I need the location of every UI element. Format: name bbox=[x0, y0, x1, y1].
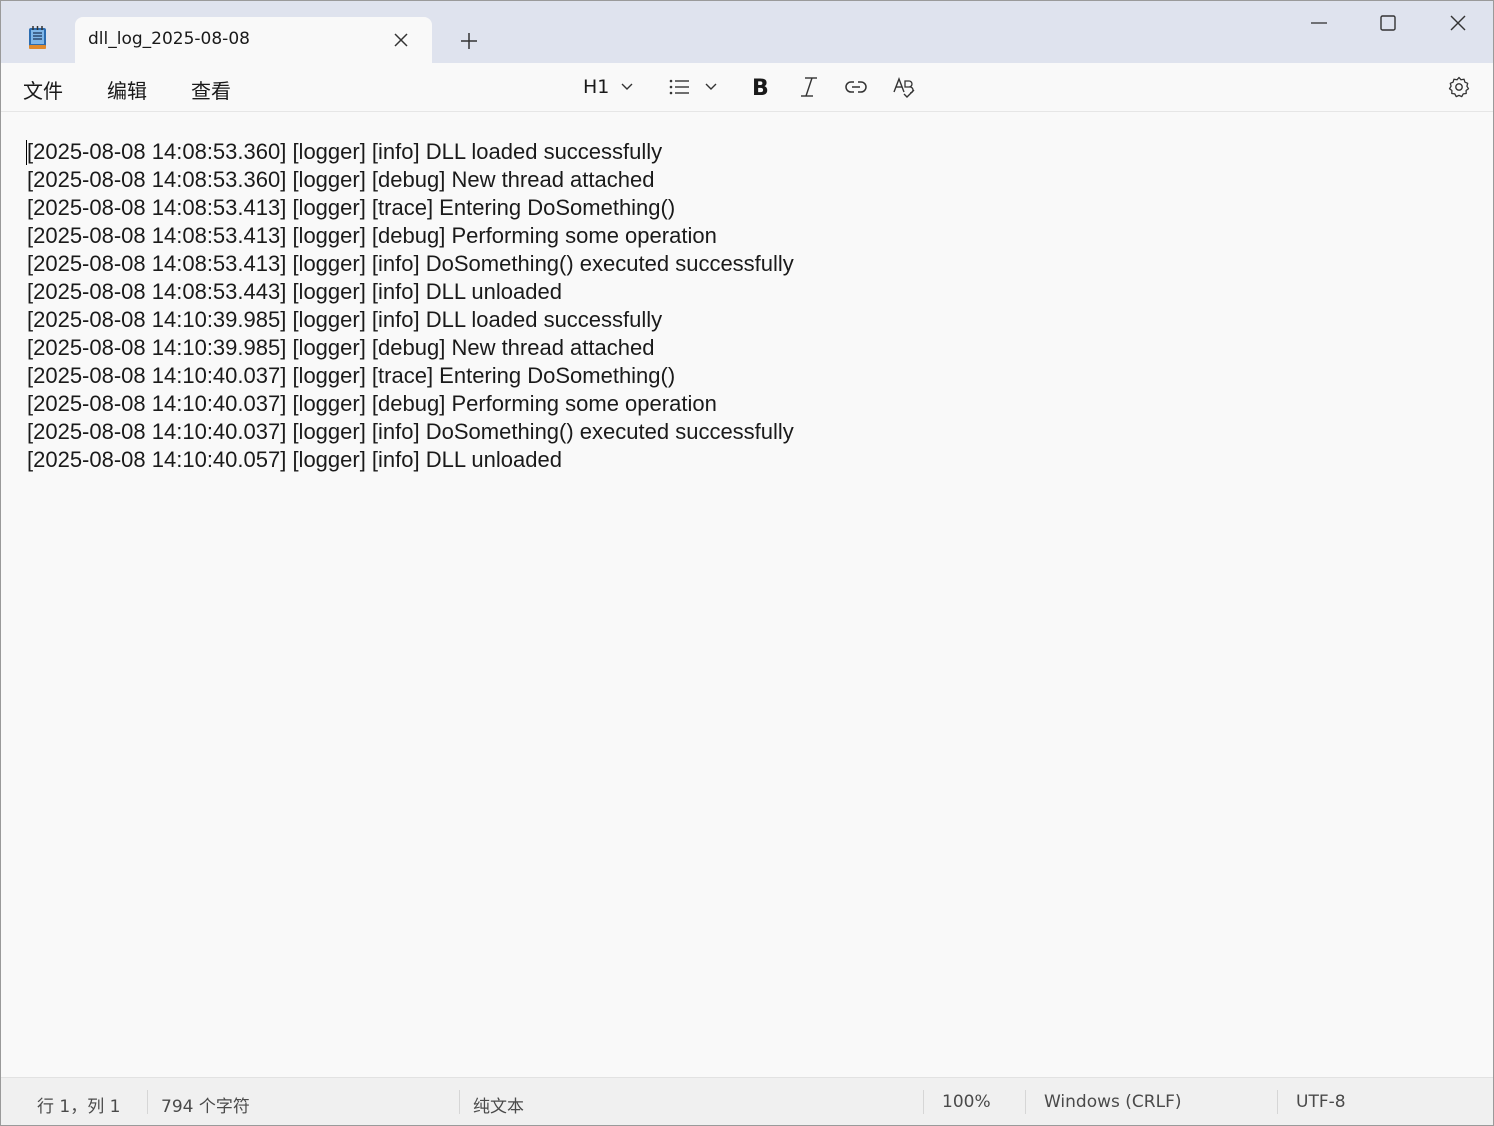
status-separator bbox=[147, 1090, 148, 1114]
line-ending[interactable]: Windows (CRLF) bbox=[1044, 1092, 1182, 1112]
status-separator bbox=[1025, 1090, 1026, 1114]
menu-edit[interactable]: 编辑 bbox=[107, 75, 147, 104]
gear-icon[interactable] bbox=[1446, 73, 1472, 101]
text-line: [2025-08-08 14:08:53.413] [logger] [info… bbox=[27, 251, 794, 276]
plus-icon[interactable] bbox=[455, 29, 483, 53]
status-separator bbox=[1277, 1090, 1278, 1114]
tab-title: dll_log_2025-08-08 bbox=[88, 29, 250, 49]
document-tab[interactable]: dll_log_2025-08-08 bbox=[75, 17, 432, 63]
cursor-position: 行 1，列 1 bbox=[37, 1097, 121, 1117]
chevron-down-icon[interactable] bbox=[701, 73, 721, 101]
editor-content[interactable]: [2025-08-08 14:08:53.360] [logger] [info… bbox=[27, 138, 794, 474]
close-icon[interactable] bbox=[387, 27, 415, 53]
title-bar: dll_log_2025-08-08 bbox=[1, 1, 1493, 63]
text-line: [2025-08-08 14:10:40.037] [logger] [trac… bbox=[27, 363, 676, 388]
menu-bar: 文件 编辑 查看 H1 B bbox=[1, 63, 1493, 112]
status-separator bbox=[923, 1090, 924, 1114]
encoding[interactable]: UTF-8 bbox=[1296, 1092, 1346, 1112]
text-line: [2025-08-08 14:08:53.413] [logger] [trac… bbox=[27, 195, 676, 220]
menu-file[interactable]: 文件 bbox=[23, 75, 63, 104]
spellcheck-icon[interactable] bbox=[891, 73, 917, 101]
close-window-button[interactable] bbox=[1424, 1, 1492, 45]
heading-dropdown-label[interactable]: H1 bbox=[583, 76, 609, 98]
chevron-down-icon[interactable] bbox=[617, 73, 637, 101]
text-line: [2025-08-08 14:08:53.413] [logger] [debu… bbox=[27, 223, 717, 248]
text-line: [2025-08-08 14:10:39.985] [logger] [debu… bbox=[27, 335, 655, 360]
text-line: [2025-08-08 14:10:39.985] [logger] [info… bbox=[27, 307, 663, 332]
italic-icon[interactable] bbox=[796, 73, 822, 101]
minimize-icon bbox=[1311, 22, 1327, 24]
notepad-icon bbox=[29, 26, 46, 49]
text-line: [2025-08-08 14:10:40.037] [logger] [info… bbox=[27, 419, 794, 444]
text-editor[interactable]: [2025-08-08 14:08:53.360] [logger] [info… bbox=[1, 112, 1493, 1076]
text-line: [2025-08-08 14:08:53.360] [logger] [debu… bbox=[27, 167, 655, 192]
text-line: [2025-08-08 14:10:40.057] [logger] [info… bbox=[27, 447, 562, 472]
text-line: [2025-08-08 14:10:40.037] [logger] [debu… bbox=[27, 391, 717, 416]
close-icon bbox=[1450, 15, 1466, 31]
text-format[interactable]: 纯文本 bbox=[473, 1092, 524, 1117]
maximize-button[interactable] bbox=[1354, 1, 1422, 45]
notepad-window: dll_log_2025-08-08 文件 编辑 查看 H1 B [2025-0… bbox=[0, 0, 1494, 1126]
text-line: [2025-08-08 14:08:53.443] [logger] [info… bbox=[27, 279, 562, 304]
status-separator bbox=[459, 1090, 460, 1114]
link-icon[interactable] bbox=[843, 73, 869, 101]
minimize-button[interactable] bbox=[1285, 1, 1353, 45]
bold-icon[interactable]: B bbox=[747, 73, 773, 101]
character-count: 794 个字符 bbox=[161, 1097, 250, 1117]
status-bar: 行 1，列 1 794 个字符 纯文本 100% Windows (CRLF) … bbox=[1, 1077, 1493, 1125]
text-line: [2025-08-08 14:08:53.360] [logger] [info… bbox=[27, 139, 663, 164]
menu-view[interactable]: 查看 bbox=[191, 75, 231, 104]
list-icon[interactable] bbox=[667, 73, 693, 101]
zoom-level[interactable]: 100% bbox=[942, 1092, 991, 1112]
maximize-icon bbox=[1380, 15, 1396, 31]
svg-text:B: B bbox=[752, 76, 769, 101]
